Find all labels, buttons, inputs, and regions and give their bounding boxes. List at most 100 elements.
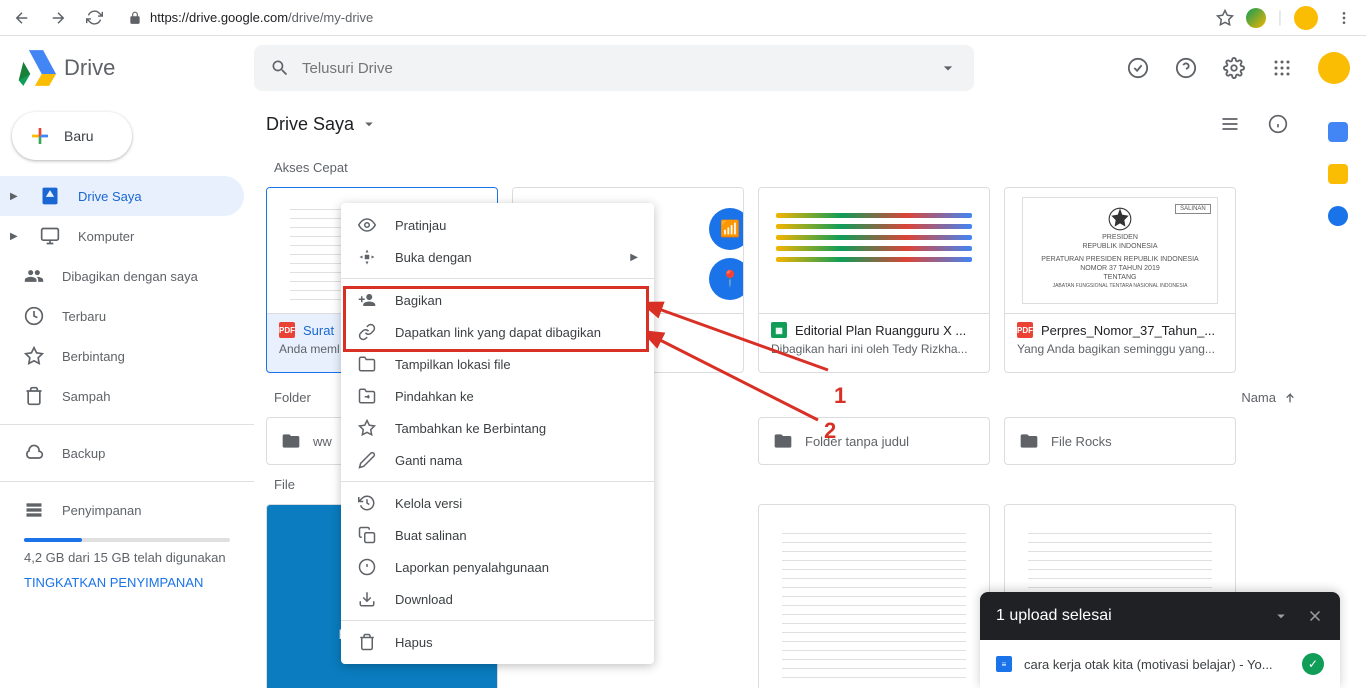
new-button-label: Baru — [64, 128, 94, 144]
keep-addon-icon[interactable] — [1328, 164, 1348, 184]
wifi-icon: 📶 — [709, 208, 743, 250]
garuda-emblem-icon — [1107, 206, 1133, 232]
upgrade-storage-link[interactable]: TINGKATKAN PENYIMPANAN — [24, 575, 230, 590]
file-card[interactable] — [758, 504, 990, 688]
back-button[interactable] — [8, 4, 36, 32]
arrow-down-icon — [1282, 389, 1298, 405]
storage-text: 4,2 GB dari 15 GB telah digunakan — [24, 550, 230, 565]
sidebar-item-backup[interactable]: Backup — [0, 433, 244, 473]
list-view-icon[interactable] — [1210, 104, 1250, 144]
sidebar-item-my-drive[interactable]: ▶ Drive Saya — [0, 176, 244, 216]
help-icon[interactable] — [1166, 48, 1206, 88]
tasks-addon-icon[interactable] — [1328, 206, 1348, 226]
copy-icon — [357, 526, 377, 544]
move-to-icon — [357, 387, 377, 405]
sidebar-item-starred[interactable]: Berbintang — [0, 336, 244, 376]
folder-outline-icon — [357, 355, 377, 373]
right-side-panel — [1310, 100, 1366, 226]
app-name: Drive — [64, 55, 115, 81]
alert-icon — [357, 558, 377, 576]
search-input[interactable] — [302, 60, 926, 77]
address-bar[interactable]: https://drive.google.com/drive/my-drive — [116, 4, 1208, 32]
sort-column[interactable]: Nama — [1241, 389, 1298, 405]
search-bar[interactable] — [254, 45, 974, 91]
ctx-remove[interactable]: Hapus — [341, 626, 654, 658]
extension-icon[interactable] — [1246, 8, 1266, 28]
ctx-move-to[interactable]: Pindahkan ke — [341, 380, 654, 412]
info-icon[interactable] — [1258, 104, 1298, 144]
sidebar-item-label: Drive Saya — [78, 189, 142, 204]
sidebar-item-recent[interactable]: Terbaru — [0, 296, 244, 336]
ctx-share[interactable]: Bagikan — [341, 284, 654, 316]
calendar-addon-icon[interactable] — [1328, 122, 1348, 142]
storage-icon — [24, 500, 44, 520]
url-text: https://drive.google.com/drive/my-drive — [150, 10, 373, 25]
bookmark-star-icon[interactable] — [1216, 9, 1234, 27]
docs-icon: ≡ — [996, 656, 1012, 672]
chevron-right-icon: ▶ — [10, 231, 20, 242]
chevron-right-icon: ▶ — [10, 191, 20, 202]
check-circle-icon: ✓ — [1302, 653, 1324, 675]
quick-card[interactable]: SALINAN PRESIDEN REPUBLIK INDONESIA PERA… — [1004, 187, 1236, 373]
app-header: Drive — [0, 36, 1366, 100]
pencil-icon — [357, 451, 377, 469]
folder-name: ww — [313, 434, 332, 449]
link-icon — [357, 323, 377, 341]
eye-icon — [357, 216, 377, 234]
browser-profile-avatar[interactable] — [1294, 6, 1318, 30]
close-toast-button[interactable] — [1306, 607, 1324, 625]
folder-icon — [1019, 431, 1039, 451]
folder-section-label: Folder — [274, 390, 311, 405]
annotation-number-2: 2 — [824, 418, 836, 444]
sidebar-item-label: Dibagikan dengan saya — [62, 269, 198, 284]
browser-chrome: https://drive.google.com/drive/my-drive … — [0, 0, 1366, 36]
breadcrumb[interactable]: Drive Saya — [266, 114, 378, 135]
new-button[interactable]: Baru — [12, 112, 132, 160]
shared-icon — [24, 266, 44, 286]
sidebar-item-storage[interactable]: Penyimpanan — [0, 490, 244, 530]
apps-grid-icon[interactable] — [1262, 48, 1302, 88]
sidebar-item-shared[interactable]: Dibagikan dengan saya — [0, 256, 244, 296]
plus-icon — [28, 124, 52, 148]
account-avatar[interactable] — [1318, 52, 1350, 84]
open-with-icon — [357, 248, 377, 266]
ctx-report-abuse[interactable]: Laporkan penyalahgunaan — [341, 551, 654, 583]
sidebar-item-label: Sampah — [62, 389, 110, 404]
breadcrumb-label: Drive Saya — [266, 114, 354, 135]
search-icon — [270, 58, 290, 78]
quick-title: Perpres_Nomor_37_Tahun_... — [1041, 323, 1215, 338]
folder-card[interactable]: File Rocks — [1004, 417, 1236, 465]
sidebar-item-label: Backup — [62, 446, 105, 461]
trash-outline-icon — [357, 633, 377, 651]
ctx-download[interactable]: Download — [341, 583, 654, 615]
history-icon — [357, 494, 377, 512]
ctx-preview[interactable]: Pratinjau — [341, 209, 654, 241]
ctx-show-location[interactable]: Tampilkan lokasi file — [341, 348, 654, 380]
forward-button[interactable] — [44, 4, 72, 32]
location-pin-icon: 📍 — [709, 258, 743, 300]
pdf-icon: PDF — [1017, 322, 1033, 338]
sidebar-item-label: Berbintang — [62, 349, 125, 364]
annotation-arrow-2 — [648, 330, 828, 430]
browser-menu-button[interactable] — [1330, 4, 1358, 32]
ctx-add-star[interactable]: Tambahkan ke Berbintang — [341, 412, 654, 444]
lock-icon — [128, 11, 142, 25]
ctx-manage-versions[interactable]: Kelola versi — [341, 487, 654, 519]
sidebar-item-trash[interactable]: Sampah — [0, 376, 244, 416]
ctx-make-copy[interactable]: Buat salinan — [341, 519, 654, 551]
collapse-toast-button[interactable] — [1272, 607, 1290, 625]
settings-gear-icon[interactable] — [1214, 48, 1254, 88]
ctx-rename[interactable]: Ganti nama — [341, 444, 654, 476]
sidebar-item-computers[interactable]: ▶ Komputer — [0, 216, 244, 256]
my-drive-icon — [40, 186, 60, 206]
reload-button[interactable] — [80, 4, 108, 32]
chevron-down-icon — [360, 115, 378, 133]
sidebar-item-label: Terbaru — [62, 309, 106, 324]
offline-ready-icon[interactable] — [1118, 48, 1158, 88]
ctx-get-link[interactable]: Dapatkan link yang dapat dibagikan — [341, 316, 654, 348]
backup-icon — [24, 443, 44, 463]
ctx-open-with[interactable]: Buka dengan▶ — [341, 241, 654, 273]
drive-logo-icon — [16, 49, 56, 87]
search-dropdown-icon[interactable] — [938, 58, 958, 78]
toast-upload-item[interactable]: ≡ cara kerja otak kita (motivasi belajar… — [980, 640, 1340, 688]
